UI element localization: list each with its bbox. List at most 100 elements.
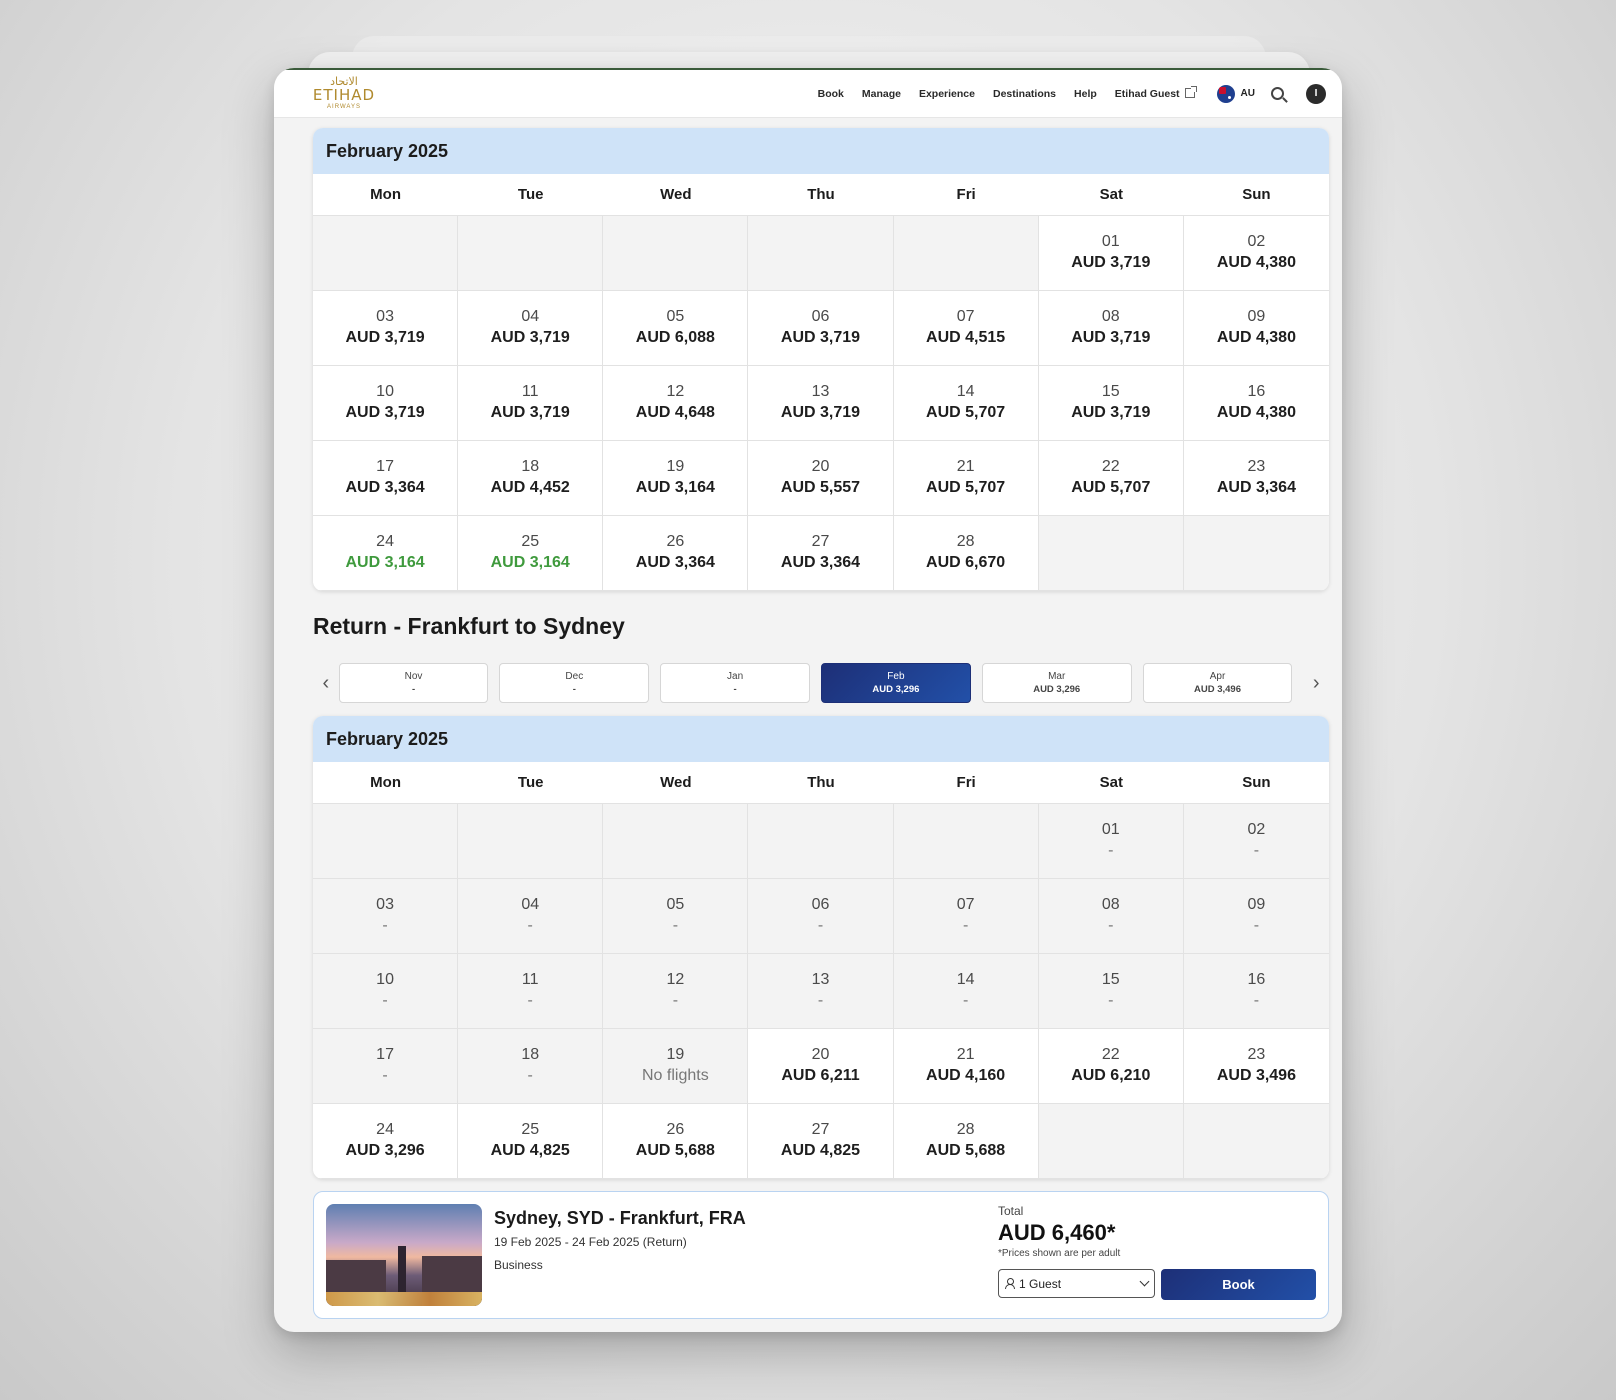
- australia-flag-icon[interactable]: [1216, 84, 1235, 103]
- calendar-day-cell: 01 -: [1038, 804, 1184, 879]
- calendar-day-cell[interactable]: 18 AUD 4,452: [458, 441, 604, 516]
- calendar-day-cell[interactable]: 26 AUD 5,688: [603, 1104, 749, 1179]
- day-price: AUD 3,719: [345, 329, 425, 346]
- calendar-day-cell[interactable]: 14 AUD 5,707: [893, 366, 1039, 441]
- calendar-day-cell: 08 -: [1038, 879, 1184, 954]
- calendar-day-cell[interactable]: 21 AUD 4,160: [893, 1029, 1039, 1104]
- calendar-day-cell[interactable]: 06 AUD 3,719: [748, 291, 894, 366]
- nav-book[interactable]: Book: [818, 88, 844, 100]
- nav-etihad-guest[interactable]: Etihad Guest: [1115, 85, 1197, 100]
- calendar-day-cell[interactable]: 23 AUD 3,364: [1183, 441, 1329, 516]
- nav-experience[interactable]: Experience: [919, 88, 975, 100]
- calendar-day-cell[interactable]: 05 AUD 6,088: [603, 291, 749, 366]
- calendar-day-cell[interactable]: 02 AUD 4,380: [1183, 216, 1329, 291]
- nav-help[interactable]: Help: [1074, 88, 1097, 100]
- calendar-day-cell[interactable]: 27 AUD 4,825: [748, 1104, 894, 1179]
- booking-summary: Sydney, SYD - Frankfurt, FRA 19 Feb 2025…: [313, 1191, 1329, 1319]
- calendar-day-cell: 16 -: [1183, 954, 1329, 1029]
- day-number: 26: [666, 1121, 685, 1138]
- chevron-right-icon[interactable]: ›: [1303, 672, 1329, 695]
- calendar-day-cell[interactable]: 25 AUD 4,825: [458, 1104, 604, 1179]
- calendar-day-cell: 15 -: [1038, 954, 1184, 1029]
- calendar-day-cell[interactable]: 20 AUD 5,557: [748, 441, 894, 516]
- calendar-day-cell[interactable]: 24 AUD 3,296 ←: [313, 1104, 459, 1179]
- month-tab[interactable]: Jan -: [660, 663, 811, 703]
- booking-actions: 1 Guest Book: [998, 1269, 1316, 1300]
- calendar-day-cell[interactable]: 27 AUD 3,364: [748, 516, 894, 591]
- month-tab-price: -: [733, 684, 737, 695]
- calendar-day-cell[interactable]: 09 AUD 4,380: [1183, 291, 1329, 366]
- arrow-right-icon: →: [727, 444, 742, 460]
- day-number: 16: [1247, 383, 1266, 400]
- day-number: 09: [1247, 308, 1266, 325]
- day-price: AUD 3,719: [490, 329, 570, 346]
- calendar-day-cell[interactable]: 03 AUD 3,719: [313, 291, 459, 366]
- calendar-day-cell[interactable]: 17 AUD 3,364: [313, 441, 459, 516]
- day-number: 22: [1101, 458, 1120, 475]
- day-number: 15: [1101, 971, 1120, 988]
- calendar-day-cell[interactable]: 23 AUD 3,496: [1183, 1029, 1329, 1104]
- month-tab[interactable]: Mar AUD 3,296: [981, 663, 1132, 703]
- day-number: 10: [376, 971, 394, 988]
- calendar-day-cell[interactable]: 24 AUD 3,164: [313, 516, 459, 591]
- month-tab[interactable]: Nov -: [338, 663, 489, 703]
- calendar-day-cell: 03 -: [313, 879, 459, 954]
- calendar-day-cell[interactable]: 13 AUD 3,719: [748, 366, 894, 441]
- calendar-day-cell[interactable]: 11 AUD 3,719: [458, 366, 604, 441]
- logo-wordmark: ETIHAD: [312, 86, 376, 104]
- calendar-day-cell[interactable]: 20 AUD 6,211: [748, 1029, 894, 1104]
- calendar-day-cell[interactable]: 19 AUD 3,164 →: [603, 441, 749, 516]
- month-tab[interactable]: Feb AUD 3,296: [821, 663, 971, 703]
- calendar-empty-cell: [603, 804, 749, 879]
- search-icon[interactable]: [1271, 87, 1284, 100]
- month-tab[interactable]: Dec -: [499, 663, 650, 703]
- calendar-day-cell[interactable]: 12 AUD 4,648: [603, 366, 749, 441]
- calendar-day-cell[interactable]: 22 AUD 5,707: [1038, 441, 1184, 516]
- calendar-day-cell[interactable]: 16 AUD 4,380: [1183, 366, 1329, 441]
- calendar-day-cell[interactable]: 26 AUD 3,364: [603, 516, 749, 591]
- calendar-day-cell[interactable]: 21 AUD 5,707: [893, 441, 1039, 516]
- guest-select[interactable]: 1 Guest: [998, 1269, 1155, 1298]
- calendar-day-cell[interactable]: 10 AUD 3,719: [313, 366, 459, 441]
- outbound-calendar: February 2025 Mon Tue Wed Thu Fri Sat Sun 01 AU…: [313, 128, 1329, 591]
- calendar-day-cell[interactable]: 04 AUD 3,719: [458, 291, 604, 366]
- day-price: AUD 4,648: [635, 404, 715, 421]
- chevron-left-icon[interactable]: ‹: [313, 672, 339, 695]
- day-number: 02: [1247, 821, 1266, 838]
- day-number: 13: [811, 383, 830, 400]
- day-number: 07: [956, 896, 975, 913]
- day-number: 06: [811, 896, 830, 913]
- nav-manage[interactable]: Manage: [862, 88, 901, 100]
- weekday-label: Tue: [517, 186, 544, 203]
- calendar-day-cell[interactable]: 22 AUD 6,210: [1038, 1029, 1184, 1104]
- day-number: 24: [376, 1121, 394, 1138]
- calendar-day-cell[interactable]: 08 AUD 3,719: [1038, 291, 1184, 366]
- calendar-day-cell: 09 -: [1183, 879, 1329, 954]
- locale-label[interactable]: AU: [1241, 88, 1255, 99]
- day-price: -: [1108, 842, 1114, 859]
- calendar-day-cell[interactable]: 01 AUD 3,719: [1038, 216, 1184, 291]
- return-section-title: Return - Frankfurt to Sydney: [313, 613, 625, 639]
- calendar-day-cell[interactable]: 15 AUD 3,719: [1038, 366, 1184, 441]
- calendar-day-cell[interactable]: 07 AUD 4,515: [893, 291, 1039, 366]
- day-number: 26: [666, 533, 685, 550]
- calendar-day-cell[interactable]: 28 AUD 5,688: [893, 1104, 1039, 1179]
- day-price: -: [527, 1067, 533, 1084]
- day-price: -: [1253, 992, 1260, 1009]
- day-number: 12: [666, 383, 685, 400]
- day-number: 05: [666, 308, 685, 325]
- month-tab[interactable]: Apr AUD 3,496: [1142, 663, 1293, 703]
- book-button[interactable]: Book: [1161, 1269, 1316, 1300]
- calendar-day-cell: 19 No flights: [603, 1029, 749, 1104]
- day-price: AUD 3,719: [1071, 329, 1151, 346]
- nav-destinations[interactable]: Destinations: [993, 88, 1056, 100]
- etihad-logo[interactable]: الاتحاد ETIHAD AIRWAYS: [312, 76, 376, 111]
- day-number: 18: [521, 458, 540, 475]
- calendar-day-cell[interactable]: 28 AUD 6,670: [893, 516, 1039, 591]
- day-number: 28: [956, 1121, 975, 1138]
- calendar-day-cell[interactable]: 25 AUD 3,164: [458, 516, 604, 591]
- day-number: 02: [1247, 233, 1266, 250]
- day-price: AUD 4,380: [1216, 404, 1296, 421]
- day-number: 25: [521, 1121, 540, 1138]
- profile-icon[interactable]: I: [1306, 83, 1326, 104]
